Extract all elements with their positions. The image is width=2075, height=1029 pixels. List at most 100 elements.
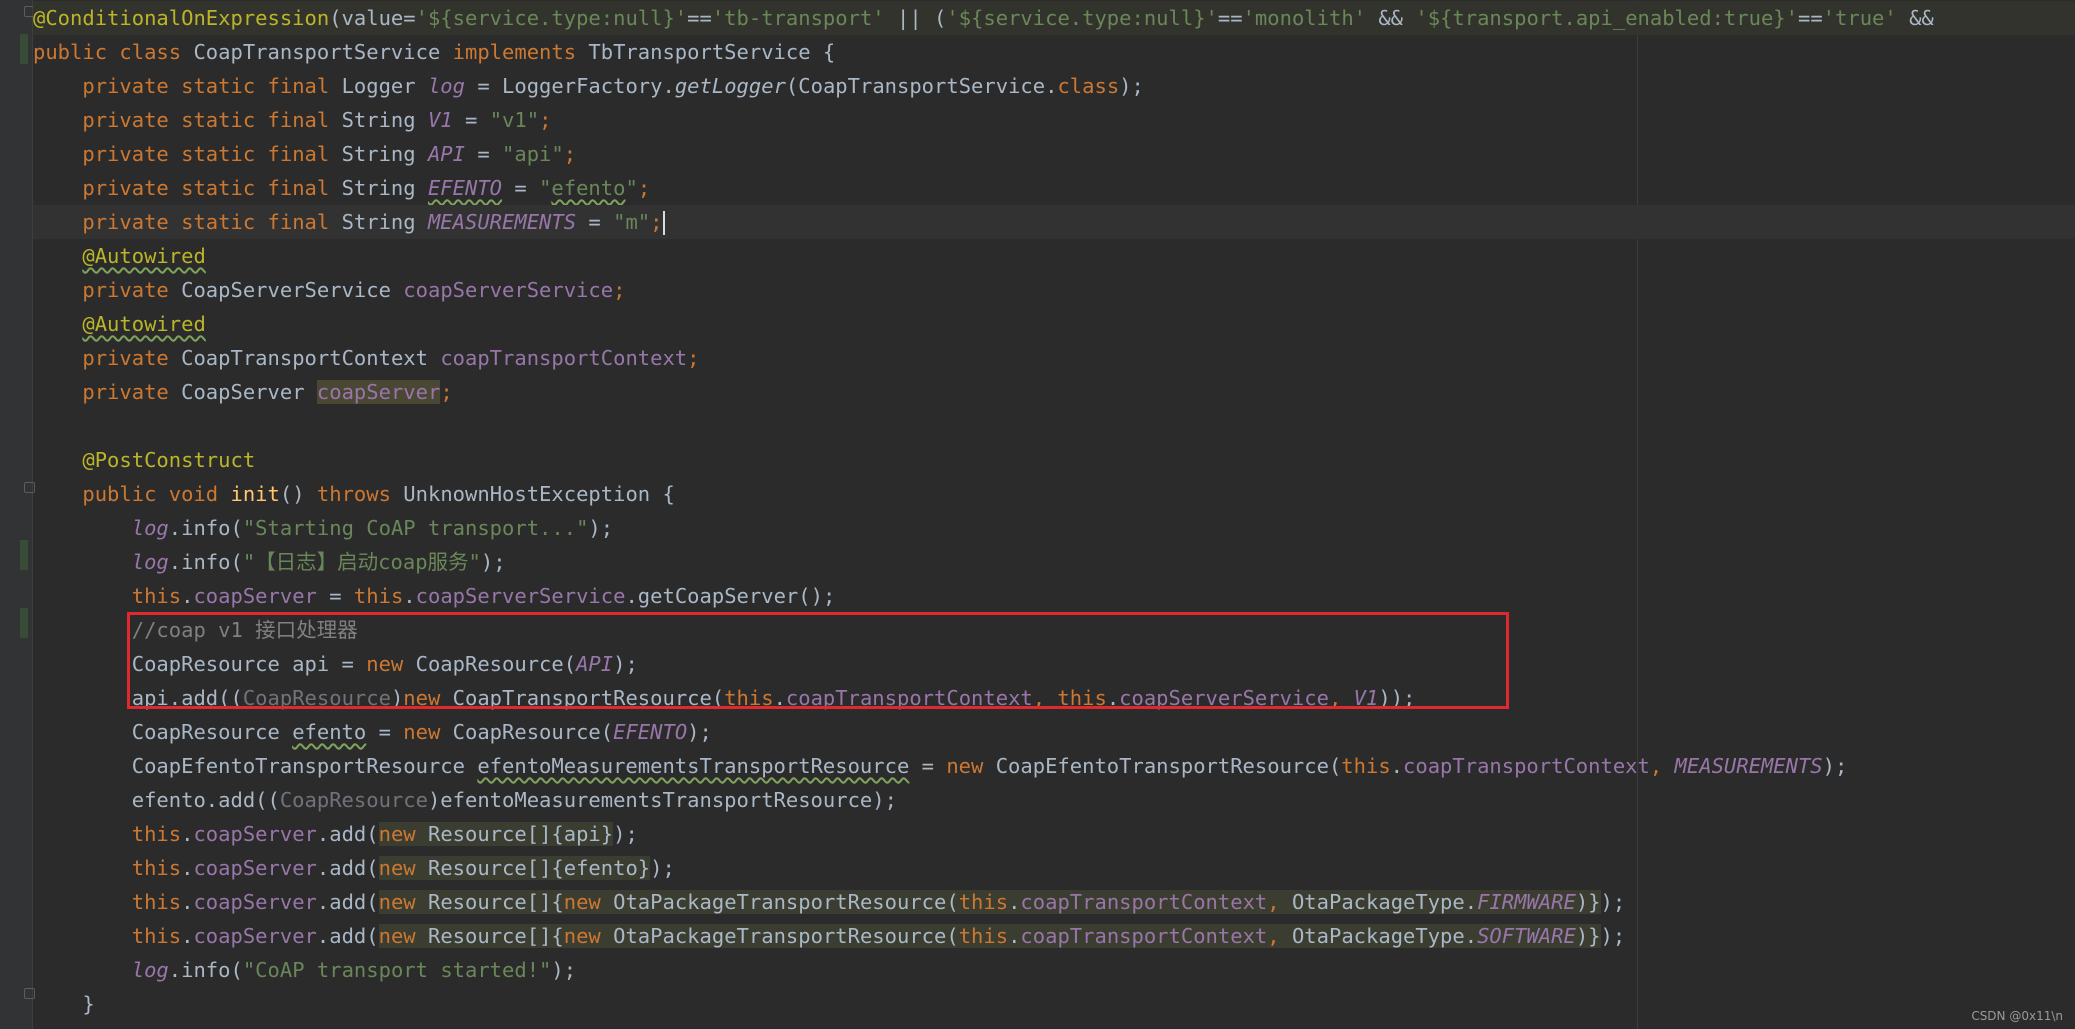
code-token: String bbox=[341, 176, 428, 200]
code-token: = bbox=[366, 720, 404, 744]
code-line[interactable]: log.info("Starting CoAP transport..."); bbox=[33, 511, 2075, 545]
code-line[interactable]: @ConditionalOnExpression(value='${servic… bbox=[33, 1, 2075, 35]
code-token: ); bbox=[650, 856, 675, 880]
code-token: efentoMeasurementsTransportResource bbox=[477, 754, 910, 778]
code-token: this bbox=[131, 822, 182, 846]
code-token: OtaPackageTransportResource( bbox=[613, 890, 959, 914]
code-token: ; bbox=[440, 380, 453, 404]
code-token: "m" bbox=[613, 210, 651, 234]
watermark: CSDN @0x11\n bbox=[1971, 1009, 2063, 1023]
code-token: = bbox=[316, 584, 354, 608]
code-line[interactable]: private CoapServer coapServer; bbox=[33, 375, 2075, 409]
code-token: this bbox=[131, 924, 182, 948]
code-token: } bbox=[33, 992, 95, 1016]
code-token: this bbox=[131, 584, 182, 608]
code-token: Resource[]{ bbox=[427, 924, 564, 948]
code-token: = bbox=[502, 176, 540, 200]
code-token: ; bbox=[613, 278, 626, 302]
code-line[interactable]: private static final Logger log = Logger… bbox=[33, 69, 2075, 103]
code-token: = bbox=[909, 754, 947, 778]
code-token: (CoapTransportService. bbox=[785, 74, 1058, 98]
code-token: . bbox=[1390, 754, 1404, 778]
code-token: 'true' bbox=[1822, 6, 1897, 30]
code-line[interactable]: this.coapServer.add(new Resource[]{new O… bbox=[33, 885, 2075, 919]
code-token: getLogger bbox=[674, 74, 786, 98]
code-line[interactable]: } bbox=[33, 987, 2075, 1021]
code-token: && bbox=[1366, 6, 1416, 30]
code-line[interactable]: private static final String MEASUREMENTS… bbox=[33, 205, 2075, 239]
code-line[interactable] bbox=[33, 409, 2075, 443]
code-token: new bbox=[378, 924, 428, 948]
code-token: 'monolith' bbox=[1242, 6, 1366, 30]
editor-gutter[interactable] bbox=[0, 0, 35, 1029]
code-token: public class bbox=[33, 40, 194, 64]
code-token: Resource[]{api} bbox=[427, 822, 614, 846]
code-token: coapTransportContext bbox=[1020, 890, 1268, 914]
code-token: log bbox=[427, 74, 465, 98]
code-token: (value= bbox=[329, 6, 416, 30]
code-token: throws bbox=[316, 482, 404, 506]
code-token: String bbox=[341, 142, 428, 166]
code-token: . bbox=[1008, 890, 1021, 914]
code-line[interactable]: private CoapServerService coapServerServ… bbox=[33, 273, 2075, 307]
change-marker bbox=[20, 34, 28, 64]
text-caret bbox=[663, 211, 666, 235]
code-token: " bbox=[539, 176, 552, 200]
code-token: efento bbox=[551, 176, 626, 200]
code-line[interactable]: private static final String API = "api"; bbox=[33, 137, 2075, 171]
code-token: ); bbox=[613, 822, 638, 846]
code-token: private bbox=[82, 278, 182, 302]
code-line[interactable]: public void init() throws UnknownHostExc… bbox=[33, 477, 2075, 511]
code-line[interactable]: @Autowired bbox=[33, 307, 2075, 341]
code-token: , bbox=[1267, 924, 1292, 948]
code-line[interactable]: @PostConstruct bbox=[33, 443, 2075, 477]
code-token: ); bbox=[480, 550, 506, 574]
code-token: @Autowired bbox=[82, 244, 206, 268]
code-line[interactable]: this.coapServer = this.coapServerService… bbox=[33, 579, 2075, 613]
code-line[interactable]: private CoapTransportContext coapTranspo… bbox=[33, 341, 2075, 375]
code-token: .getCoapServer(); bbox=[625, 584, 836, 608]
code-token: '${service.type:null}' bbox=[415, 6, 688, 30]
code-line[interactable]: public class CoapTransportService implem… bbox=[33, 35, 2075, 69]
code-editor[interactable]: @ConditionalOnExpression(value='${servic… bbox=[33, 0, 2075, 1029]
code-line[interactable]: log.info("【日志】启动coap服务"); bbox=[33, 545, 2075, 579]
code-token: OtaPackageType. bbox=[1291, 890, 1478, 914]
code-token: "api" bbox=[502, 142, 564, 166]
code-token: coapServer bbox=[193, 890, 317, 914]
code-token: || ( bbox=[884, 6, 947, 30]
code-line[interactable]: efento.add((CoapResource)efentoMeasureme… bbox=[33, 783, 2075, 817]
code-token: ; bbox=[539, 108, 552, 132]
code-line[interactable]: log.info("CoAP transport started!"); bbox=[33, 953, 2075, 987]
code-line[interactable]: CoapResource efento = new CoapResource(E… bbox=[33, 715, 2075, 749]
code-token: @PostConstruct bbox=[82, 448, 256, 472]
code-line[interactable]: CoapEfentoTransportResource efentoMeasur… bbox=[33, 749, 2075, 783]
code-token: public void bbox=[82, 482, 231, 506]
code-token: ; bbox=[637, 176, 651, 200]
code-token: log bbox=[131, 550, 169, 574]
code-line[interactable]: this.coapServer.add(new Resource[]{efent… bbox=[33, 851, 2075, 885]
code-line[interactable]: this.coapServer.add(new Resource[]{new O… bbox=[33, 919, 2075, 953]
code-token: )efentoMeasurementsTransportResource); bbox=[427, 788, 897, 812]
code-line[interactable]: private static final String V1 = "v1"; bbox=[33, 103, 2075, 137]
code-token: new bbox=[378, 890, 428, 914]
code-token: FIRMWARE bbox=[1477, 890, 1576, 914]
code-token: )} bbox=[1575, 890, 1601, 914]
code-token: .info( bbox=[168, 958, 243, 982]
code-token: coapServerService bbox=[415, 584, 626, 608]
code-token: ); bbox=[1119, 74, 1144, 98]
code-token: coapServer bbox=[316, 380, 441, 404]
code-line[interactable]: @Autowired bbox=[33, 239, 2075, 273]
code-line[interactable]: private static final String EFENTO = "ef… bbox=[33, 171, 2075, 205]
code-token: @ConditionalOnExpression bbox=[33, 6, 330, 30]
code-token: init bbox=[230, 482, 280, 506]
code-line[interactable]: this.coapServer.add(new Resource[]{api})… bbox=[33, 817, 2075, 851]
code-token: implements bbox=[452, 40, 589, 64]
